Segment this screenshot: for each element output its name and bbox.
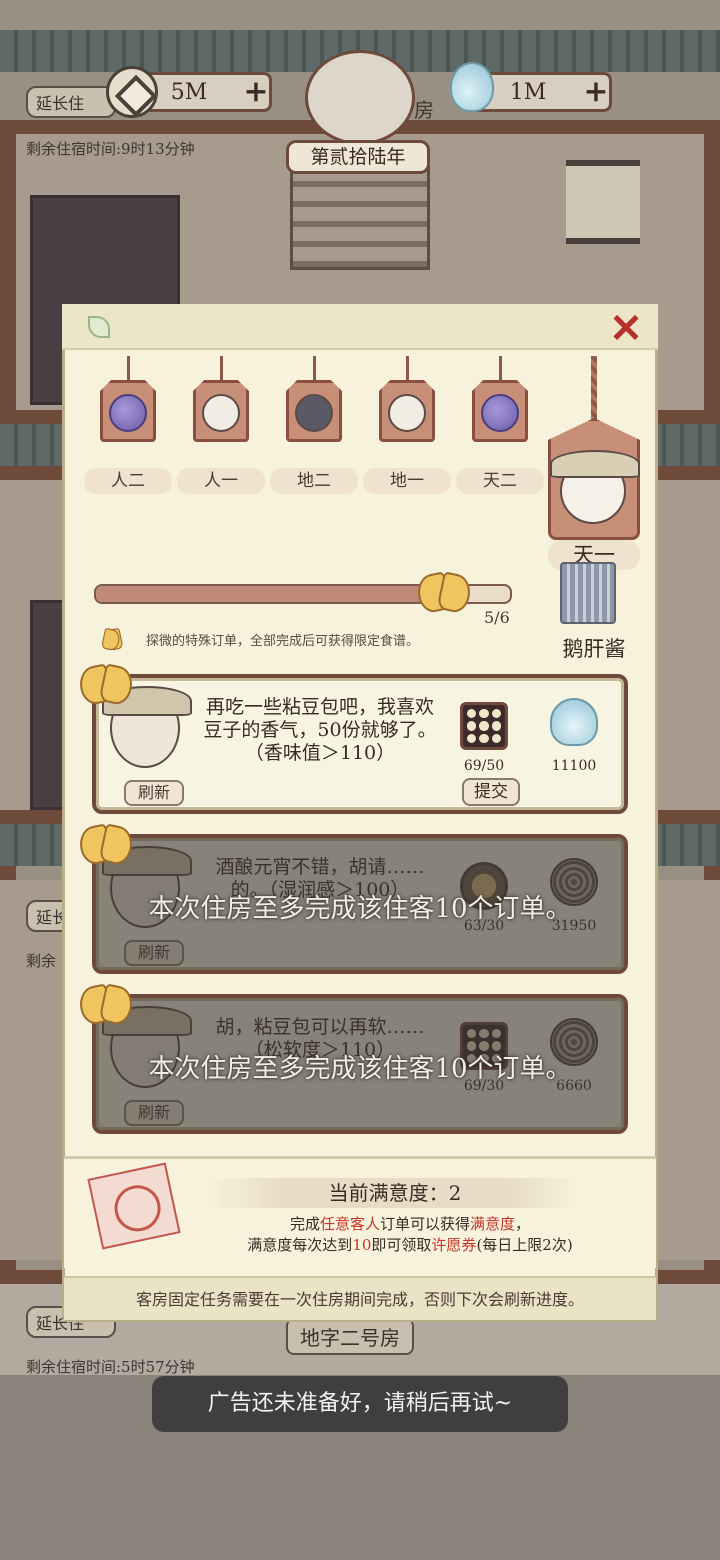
- guest-portrait-icon: [295, 394, 333, 432]
- coin-icon: [106, 66, 158, 118]
- refresh-button[interactable]: 刷新: [124, 940, 184, 966]
- tab-cord: [499, 356, 502, 382]
- room-remaining-time: 剩余住宿时间:9时13分钟: [26, 140, 195, 158]
- selected-guest-portrait-icon: [550, 450, 640, 524]
- butterfly-icon: [78, 822, 134, 866]
- hint-text: 探微的特殊订单，全部完成后可获得限定食谱。: [146, 634, 420, 649]
- recipe-reward-name: 鹅肝酱: [562, 637, 626, 661]
- recipe-scroll-icon[interactable]: [560, 562, 616, 624]
- close-button[interactable]: ✕: [606, 309, 646, 350]
- highlight-text: 任意客人: [319, 1215, 380, 1233]
- room-name-fragment: 房: [414, 98, 434, 122]
- progress-text: 5/6: [484, 608, 510, 627]
- guest-portrait-icon: [388, 394, 426, 432]
- submit-button[interactable]: 提交: [462, 778, 520, 806]
- refresh-button[interactable]: 刷新: [124, 1100, 184, 1126]
- item-count: 69/50: [463, 758, 505, 774]
- room-remaining-time: 剩余住宿时间:5时57分钟: [26, 1358, 195, 1376]
- tab-label: 天二: [456, 468, 544, 494]
- room-task-notice: 客房固定任务需要在一次住房期间完成，否则下次会刷新进度。: [64, 1276, 656, 1320]
- text: ，: [515, 1215, 531, 1233]
- text: 完成: [289, 1215, 320, 1233]
- sticky-bean-bun-tray-icon: [460, 702, 508, 750]
- room-remaining-time: 剩余: [26, 952, 57, 970]
- extend-stay-label: 延长住: [36, 94, 85, 113]
- text: 即可领取: [371, 1236, 432, 1254]
- dialog-header-scroll: [62, 304, 658, 350]
- wall-scroll: [566, 160, 640, 244]
- add-spirit-button[interactable]: +: [583, 77, 609, 107]
- lattice-window: [290, 160, 430, 270]
- tab-label: 地二: [270, 468, 358, 494]
- add-coins-button[interactable]: +: [243, 77, 269, 107]
- fruit-icon: [481, 394, 519, 432]
- butterfly-icon: [416, 570, 472, 614]
- order-card: 刷新 再吃一些粘豆包吧，我喜欢豆子的香气，50份就够了。（香味值＞110） 69…: [92, 674, 628, 814]
- spirit-flame-icon: [450, 62, 494, 112]
- text: 订单可以获得: [379, 1215, 470, 1233]
- highlight-text: 10: [352, 1236, 372, 1254]
- tab-label: 地一: [363, 468, 451, 494]
- tab-cord: [220, 356, 223, 382]
- satisfaction-line-1: 完成任意客人订单可以获得满意度，: [180, 1214, 640, 1235]
- spirit-flame-icon: [550, 698, 598, 746]
- tab-cord: [127, 356, 130, 382]
- butterfly-icon: [78, 662, 134, 706]
- satisfaction-line-2: 满意度每次达到10即可领取许愿券(每日上限2次): [180, 1235, 640, 1256]
- order-request-text: 再吃一些粘豆包吧，我喜欢豆子的香气，50份就够了。（香味值＞110）: [203, 696, 437, 764]
- year-label: 第贰拾陆年: [286, 140, 430, 174]
- progress-fill: [96, 586, 441, 602]
- satisfaction-description: 完成任意客人订单可以获得满意度， 满意度每次达到10即可领取许愿券(每日上限2次…: [180, 1214, 640, 1256]
- tab-label: 人二: [84, 468, 172, 494]
- text: (每日上限2次): [476, 1236, 573, 1254]
- reward-count: 11100: [551, 758, 597, 774]
- highlight-text: 许愿券: [431, 1236, 477, 1254]
- inn-emblem-icon[interactable]: [305, 50, 415, 145]
- guest-portrait-icon: [202, 394, 240, 432]
- highlight-text: 满意度: [470, 1215, 516, 1233]
- butterfly-icon: [78, 982, 134, 1026]
- tab-label: 人一: [177, 468, 265, 494]
- tab-cord: [406, 356, 409, 382]
- room-name: 地字二号房: [286, 1318, 414, 1355]
- special-order-hint: 探微的特殊订单，全部完成后可获得限定食谱。: [108, 630, 548, 649]
- tab-cord: [313, 356, 316, 382]
- fruit-icon: [109, 394, 147, 432]
- selected-tab-cord: [591, 356, 597, 426]
- extend-stay-button[interactable]: 延长住: [26, 86, 116, 118]
- ad-not-ready-toast: 广告还未准备好，请稍后再试~: [152, 1376, 568, 1432]
- order-limit-message: 本次住房至多完成该住客10个订单。: [148, 894, 572, 924]
- satisfaction-title: 当前满意度：2: [210, 1178, 580, 1208]
- text: 满意度每次达到: [247, 1236, 353, 1254]
- refresh-button[interactable]: 刷新: [124, 780, 184, 806]
- order-limit-message: 本次住房至多完成该住客10个订单。: [148, 1054, 572, 1084]
